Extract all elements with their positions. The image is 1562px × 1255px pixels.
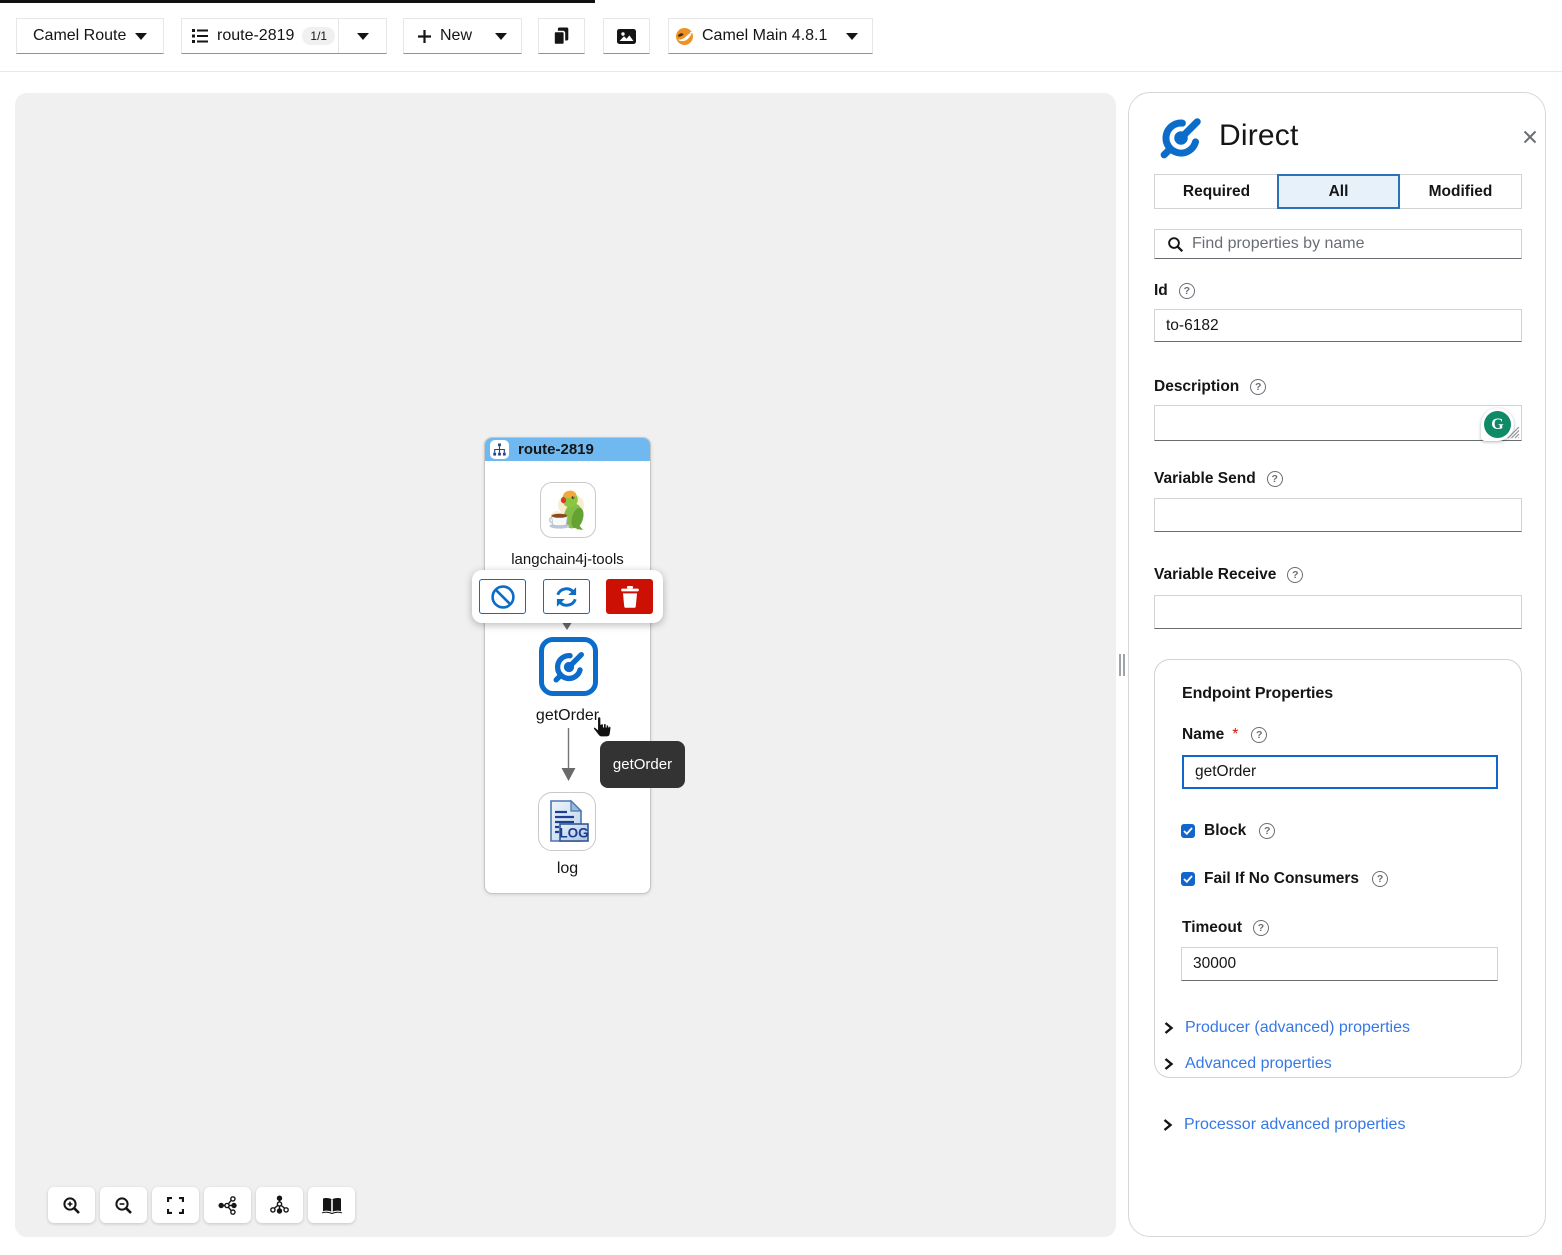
svg-text:LOG: LOG <box>559 825 588 840</box>
